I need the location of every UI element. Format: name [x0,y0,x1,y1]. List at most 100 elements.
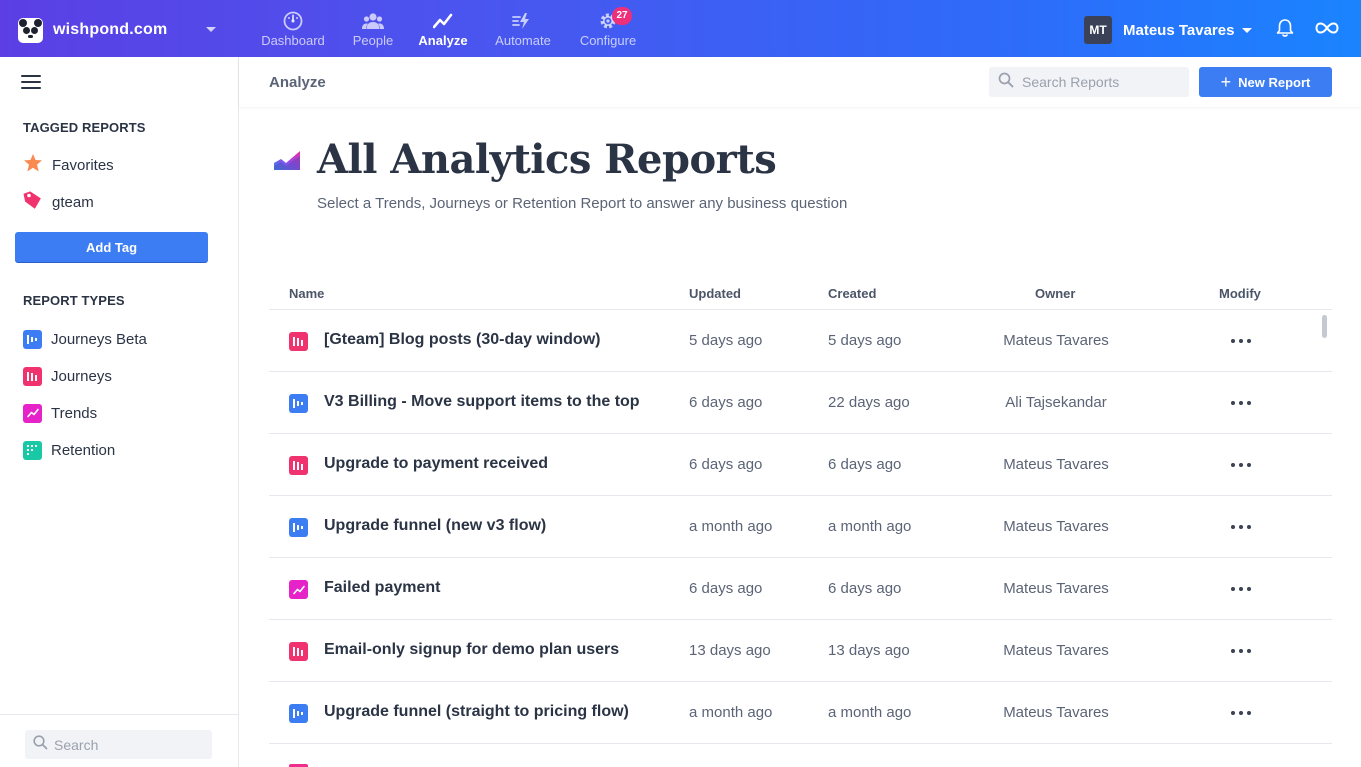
star-icon [23,153,43,178]
report-name[interactable]: Upgrade funnel (new v3 flow) [324,517,546,535]
report-name[interactable]: Failed payment [324,579,440,597]
sidebar-footer [0,714,238,767]
journeys-icon [289,332,308,351]
user-name: Mateus Tavares [1123,21,1235,39]
sidebar-item-label: Retention [51,441,116,459]
add-tag-button[interactable]: Add Tag [15,232,208,262]
more-options-icon[interactable] [1231,518,1251,536]
report-owner: Mateus Tavares [1003,642,1109,659]
table-row[interactable]: Email-only signup for demo plan users 13 … [269,620,1332,682]
sidebar-item-label: Trends [51,404,98,422]
sidebar-item-label: gteam [52,193,94,211]
panda-logo-icon [18,17,43,43]
search-reports-input[interactable] [1022,74,1182,90]
journeys-beta-icon [289,518,308,537]
report-name[interactable]: Upgrade funnel (straight to pricing flow… [324,703,629,721]
avatar: MT [1084,16,1112,44]
report-name[interactable]: V3 Billing - Move support items to the t… [324,393,640,411]
table-row[interactable]: Upgrade funnel (new v3 flow) a month ago a… [269,496,1332,558]
sidebar-item-label: Journeys Beta [51,330,147,348]
table-body: [Gteam] Blog posts (30-day window) 5 days… [269,310,1332,744]
retention-icon [23,440,42,460]
account-name: wishpond.com [53,21,168,38]
tag-icon [23,189,43,216]
sidebar-search[interactable] [25,730,212,759]
report-created: 22 days ago [828,394,910,411]
report-created: 5 days ago [828,332,902,349]
account-dropdown-icon[interactable] [206,27,216,32]
sidebar-item-retention[interactable]: Retention [23,439,115,461]
report-owner: Ali Tajsekandar [1005,394,1107,411]
new-report-button[interactable]: + New Report [1199,67,1332,97]
more-options-icon[interactable] [1231,394,1251,412]
report-created: a month ago [828,704,912,721]
report-name[interactable]: [Gteam] Blog posts (30-day window) [324,331,600,349]
sidebar-search-input[interactable] [54,736,204,753]
search-icon [998,72,1014,93]
more-options-icon[interactable] [1231,456,1251,474]
nav-dashboard-label: Dashboard [261,33,325,48]
new-report-label: New Report [1238,74,1311,90]
sidebar: TAGGED REPORTS Favorites gteam Add Tag R… [0,57,239,767]
report-name[interactable]: Upgrade to payment received [324,455,548,473]
report-updated: 6 days ago [689,394,763,411]
gauge-icon [259,10,327,32]
trend-line-icon [418,10,468,32]
nav-automate-label: Automate [495,33,551,48]
trends-icon [23,403,42,423]
sidebar-item-gteam[interactable]: gteam [23,189,94,216]
report-owner: Mateus Tavares [1003,580,1109,597]
journeys-beta-icon [289,704,308,723]
report-owner: Mateus Tavares [1003,456,1109,473]
search-icon [33,734,48,755]
bell-icon[interactable] [1276,18,1294,43]
report-updated: 5 days ago [689,332,763,349]
table-row[interactable]: [Gteam] Blog posts (30-day window) 5 days… [269,310,1332,372]
trends-icon [289,580,308,599]
more-options-icon[interactable] [1231,704,1251,722]
brand[interactable]: wishpond.com [18,17,167,43]
more-options-icon[interactable] [1231,580,1251,598]
nav-people[interactable]: People [351,10,395,50]
sidebar-item-favorites[interactable]: Favorites [23,153,114,178]
people-icon [351,10,395,32]
nav-configure[interactable]: Configure 27 [578,7,638,50]
column-header-name[interactable]: Name [289,286,324,301]
nav-automate[interactable]: Automate [493,10,553,50]
tagged-reports-heading: TAGGED REPORTS [23,120,146,135]
sidebar-item-journeys-beta[interactable]: Journeys Beta [23,328,147,350]
notification-badge: 27 [612,7,632,25]
sidebar-item-label: Journeys [51,367,112,385]
column-header-owner[interactable]: Owner [1035,286,1075,301]
report-updated: 6 days ago [689,580,763,597]
table-row[interactable]: Upgrade funnel (straight to pricing flow… [269,682,1332,744]
user-menu[interactable]: MT Mateus Tavares [1084,16,1253,44]
column-header-modify: Modify [1219,286,1261,301]
search-reports[interactable] [989,67,1189,97]
column-header-updated[interactable]: Updated [689,286,741,301]
report-types-heading: REPORT TYPES [23,293,125,308]
column-header-created[interactable]: Created [828,286,876,301]
table-row[interactable]: Failed payment 6 days ago 6 days ago Mateus… [269,558,1332,620]
top-navigation-bar: wishpond.com Dashboard People Analyze Au… [0,0,1361,57]
journeys-icon [289,456,308,475]
sidebar-item-journeys[interactable]: Journeys [23,365,112,387]
report-name[interactable]: Email-only signup for demo plan users [324,641,619,659]
table-row[interactable]: Upgrade to payment received 6 days ago 6 d… [269,434,1332,496]
sidebar-item-trends[interactable]: Trends [23,402,97,424]
plus-icon: + [1220,72,1232,92]
nav-analyze[interactable]: Analyze [418,10,468,50]
table-scrollbar[interactable] [1322,315,1327,338]
report-created: 6 days ago [828,580,902,597]
more-options-icon[interactable] [1231,642,1251,660]
nav-dashboard[interactable]: Dashboard [259,10,327,50]
sub-header: Analyze + New Report [239,57,1361,107]
report-owner: Mateus Tavares [1003,518,1109,535]
infinity-icon[interactable] [1315,20,1339,41]
more-options-icon[interactable] [1231,332,1251,350]
nav-people-label: People [352,33,394,48]
table-row[interactable]: V3 Billing - Move support items to the t… [269,372,1332,434]
page-title: All Analytics Reports [317,136,777,183]
menu-icon[interactable] [21,75,41,89]
breadcrumb[interactable]: Analyze [269,74,326,91]
